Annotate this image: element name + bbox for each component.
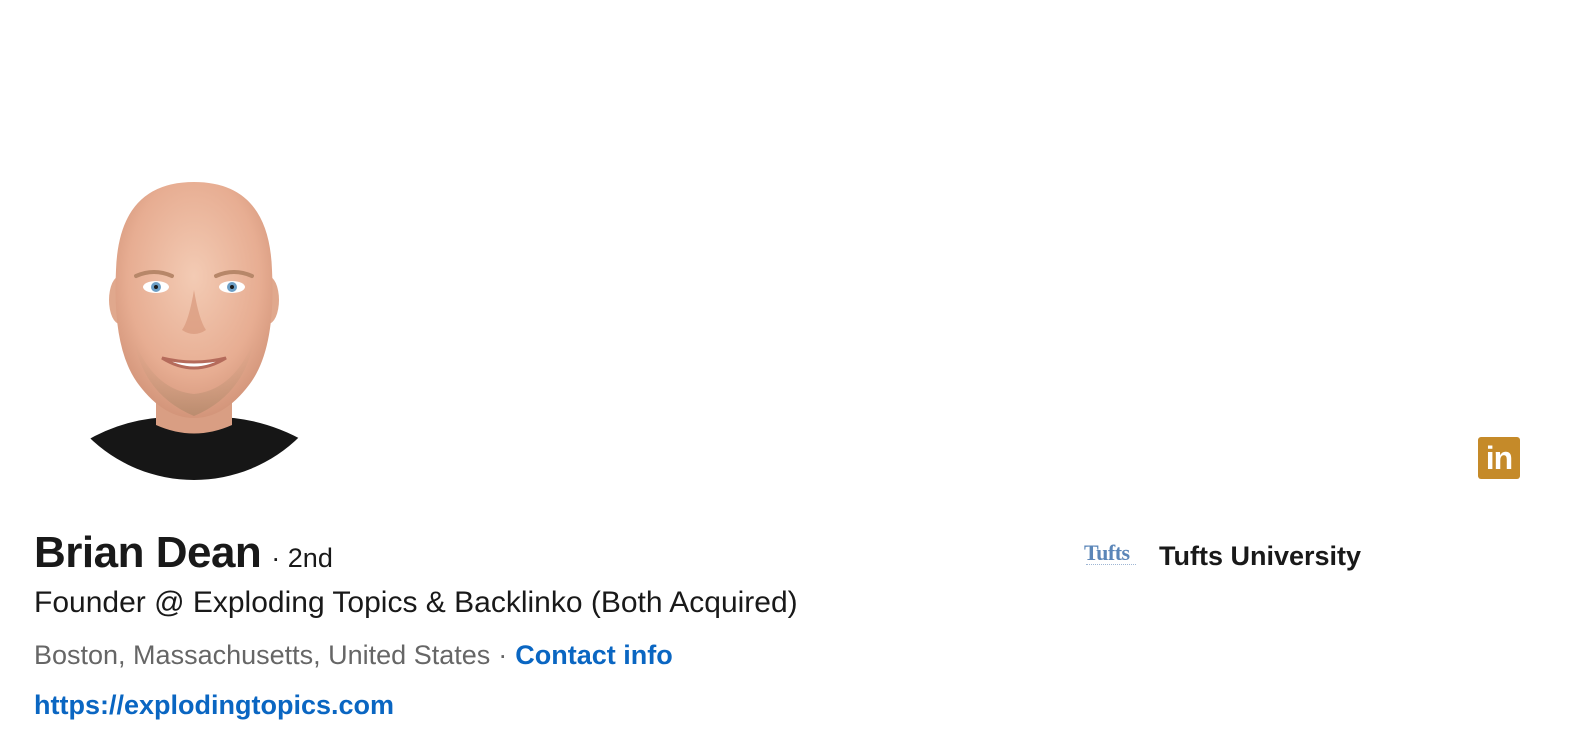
location-row: Boston, Massachusetts, United States · Con… <box>34 640 673 671</box>
profile-location: Boston, Massachusetts, United States <box>34 640 491 670</box>
education-name: Tufts University <box>1159 540 1362 571</box>
connection-degree: · 2nd <box>271 543 333 573</box>
tufts-logo-underline <box>1086 564 1136 567</box>
name-row: Brian Dean · 2nd <box>34 528 333 578</box>
tufts-logo: Tufts <box>1082 538 1140 574</box>
separator-dot: · <box>498 640 508 670</box>
profile-photo[interactable] <box>44 180 344 480</box>
linkedin-icon[interactable]: in <box>1478 437 1520 479</box>
website-link[interactable]: https://explodingtopics.com <box>34 690 394 721</box>
profile-photo-image <box>44 180 344 480</box>
profile-headline: Founder @ Exploding Topics & Backlinko (… <box>34 586 798 619</box>
contact-info-link[interactable]: Contact info <box>515 640 672 670</box>
tufts-logo-text: Tufts <box>1084 540 1130 565</box>
profile-name: Brian Dean <box>34 528 262 577</box>
education-item[interactable]: Tufts Tufts University <box>1082 538 1361 574</box>
